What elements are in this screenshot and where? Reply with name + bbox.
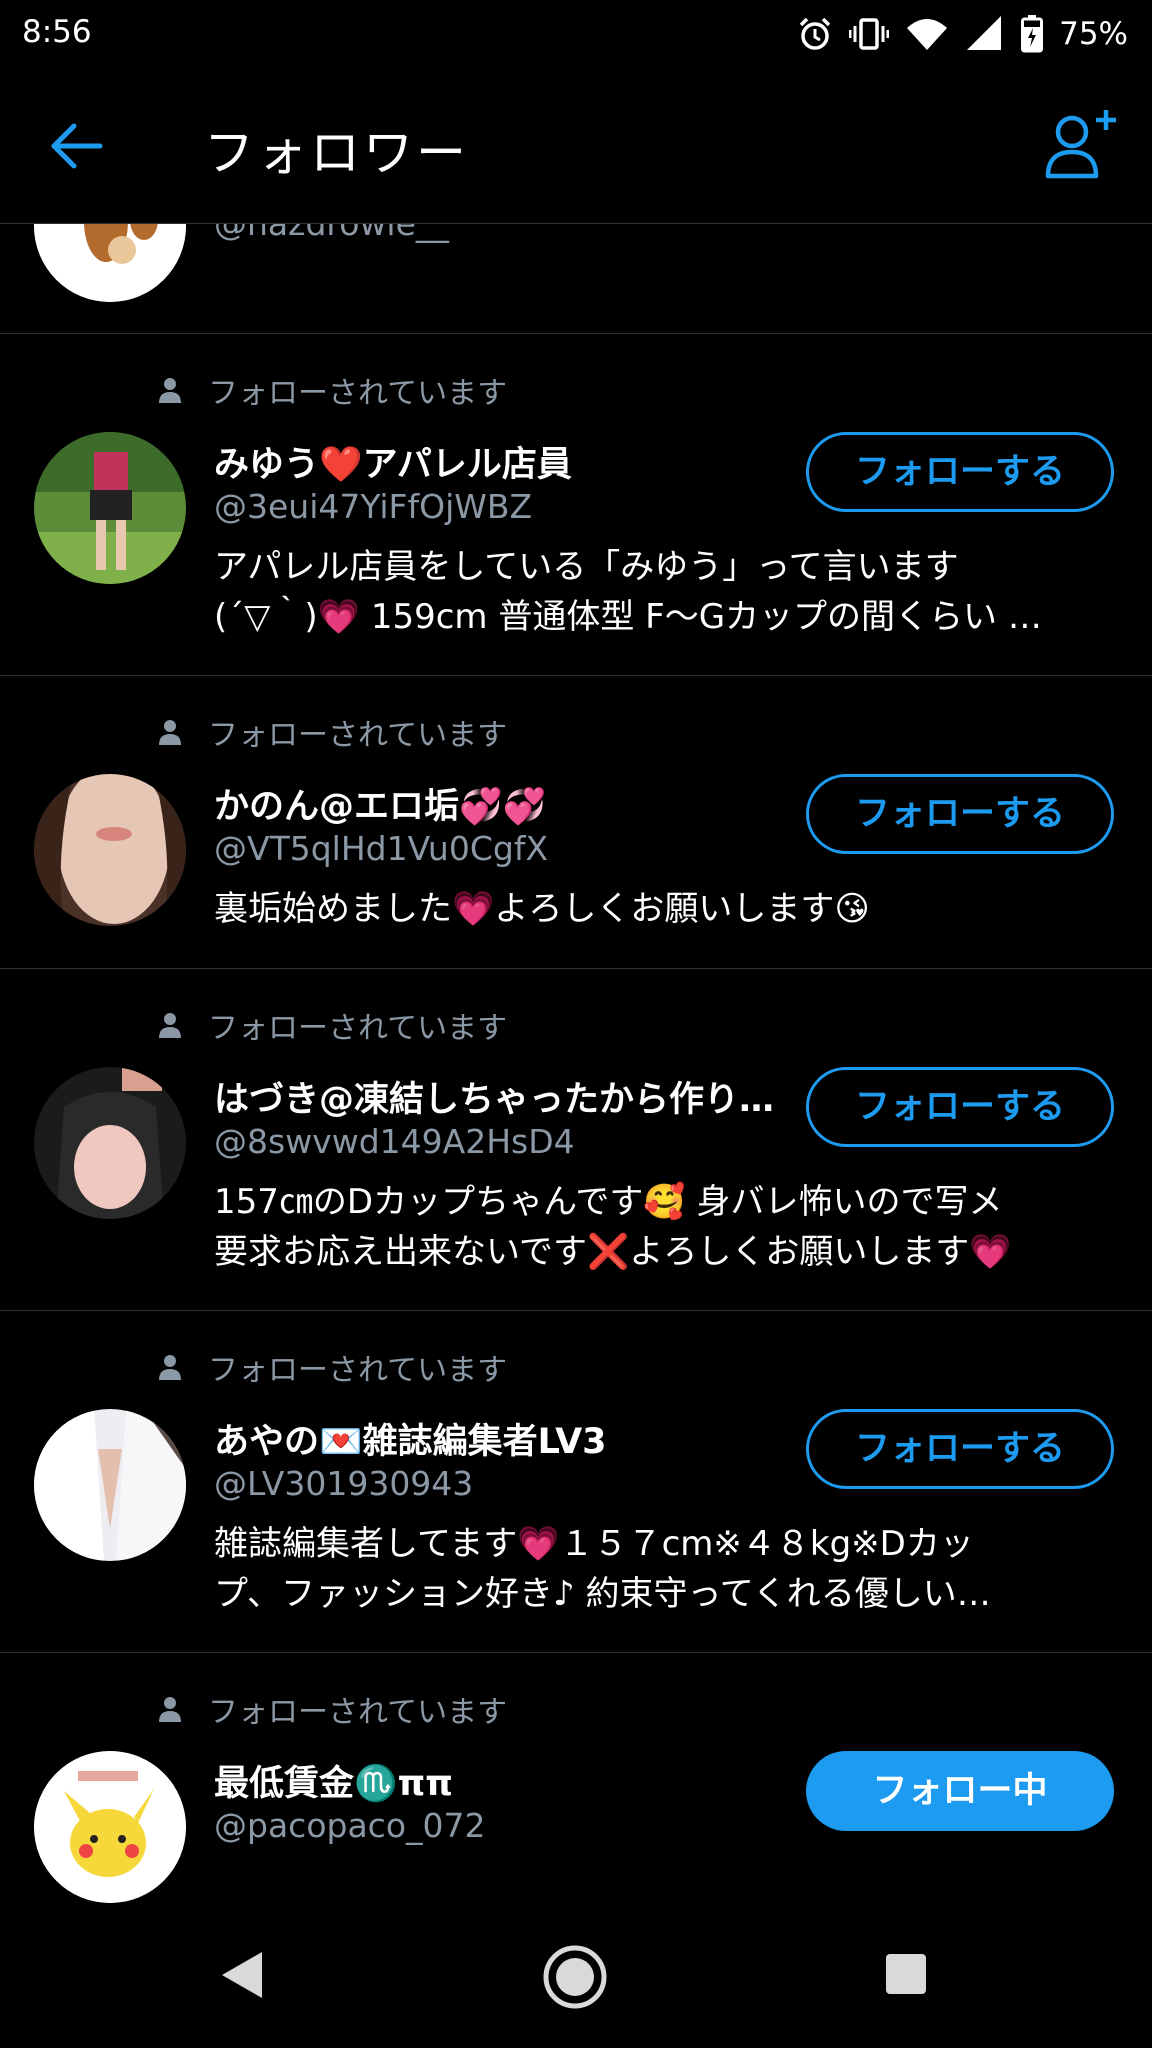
avatar[interactable] [34, 1409, 186, 1561]
handle: @8swvwd149A2HsD4 [214, 1122, 575, 1161]
display-name: あやの💌雑誌編集者LV3 [214, 1422, 607, 1462]
list-item[interactable]: フォローされています 最低賃金♏️ππ @pacopaco_072 フォロー中 [0, 1653, 1152, 1913]
follows-you-label: フォローされています [156, 368, 507, 412]
signal-icon [967, 16, 1002, 50]
handle: @pacopaco_072 [214, 1806, 486, 1845]
follow-button[interactable]: フォローする [806, 774, 1114, 854]
display-name: かのん@エロ垢💞💞 [214, 787, 547, 827]
avatar[interactable] [34, 1067, 186, 1219]
list-item[interactable]: フォローされています あやの💌雑誌編集者LV3 @LV301930943 雑誌編… [0, 1311, 1152, 1652]
add-user-button[interactable] [1042, 106, 1122, 186]
follow-button[interactable]: フォローする [806, 1409, 1114, 1489]
status-icons: 75% [797, 12, 1128, 56]
alarm-icon [799, 17, 831, 50]
list-item[interactable]: フォローされています かのん@エロ垢💞💞 @VT5qlHd1Vu0CgfX 裏垢… [0, 676, 1152, 968]
following-button[interactable]: フォロー中 [806, 1751, 1114, 1831]
battery-percent: 75% [1059, 16, 1128, 52]
bio: 雑誌編集者してます💗１５７cm※４８kg※Dカッ プ、ファッション好き♪ 約束守… [214, 1524, 991, 1614]
avatar-image [34, 1067, 186, 1219]
avatar-image [34, 1409, 186, 1561]
status-bar: 8:56 75% [0, 0, 1152, 68]
nav-recents-icon [886, 1954, 926, 1994]
nav-home-button[interactable] [542, 1944, 608, 2014]
handle: @VT5qlHd1Vu0CgfX [214, 829, 549, 868]
avatar-image [34, 432, 186, 584]
app-bar: フォロワー [0, 68, 1152, 224]
bio: 157㎝のDカップちゃんです🥰 身バレ怖いので写メ 要求お応え出来ないです❌よろ… [214, 1182, 1012, 1272]
system-nav-bar [0, 1912, 1152, 2048]
avatar-image [34, 774, 186, 926]
person-icon [159, 1355, 181, 1380]
follows-you-label: フォローされています [156, 1003, 507, 1047]
nav-home-icon [543, 1945, 607, 2009]
follows-you-label: フォローされています [156, 710, 507, 754]
avatar[interactable] [34, 1751, 186, 1903]
avatar[interactable] [34, 774, 186, 926]
handle: @3eui47YiFfOjWBZ [214, 487, 533, 526]
follow-button[interactable]: フォローする [806, 1067, 1114, 1147]
status-time: 8:56 [22, 14, 92, 50]
add-user-icon [1045, 110, 1116, 179]
pikachu-avatar-image [34, 1751, 186, 1903]
person-icon [159, 720, 181, 745]
nav-back-button[interactable] [216, 1948, 266, 2006]
nav-recents-button[interactable] [884, 1952, 928, 2000]
back-arrow-icon [51, 123, 103, 169]
follow-button[interactable]: フォローする [806, 432, 1114, 512]
back-button[interactable] [48, 118, 112, 174]
handle: @LV301930943 [214, 1464, 474, 1503]
display-name: みゆう❤️アパレル店員 [214, 445, 572, 485]
wifi-icon [907, 19, 948, 50]
nav-back-icon [222, 1952, 262, 1998]
vibrate-icon [849, 18, 890, 50]
battery-icon [1021, 15, 1044, 53]
person-icon [159, 378, 181, 403]
list-item[interactable]: フォローされています はづき@凍結しちゃったから作り… @8swvwd149A2… [0, 969, 1152, 1310]
list-item[interactable]: フォローされています みゆう❤️アパレル店員 @3eui47YiFfOjWBZ … [0, 334, 1152, 675]
follows-you-label: フォローされています [156, 1345, 507, 1389]
person-icon [159, 1013, 181, 1038]
bio: アパレル店員をしている「みゆう」って言います (´▽｀)💗 159cm 普通体型… [214, 547, 1042, 637]
person-icon [159, 1697, 181, 1722]
bio: 裏垢始めました💗よろしくお願いします😘 [214, 889, 870, 929]
page-title: フォロワー [204, 124, 469, 182]
display-name: 最低賃金♏️ππ [214, 1764, 453, 1804]
display-name: はづき@凍結しちゃったから作り… [214, 1080, 775, 1120]
follows-you-label: フォローされています [156, 1687, 507, 1731]
avatar[interactable] [34, 432, 186, 584]
